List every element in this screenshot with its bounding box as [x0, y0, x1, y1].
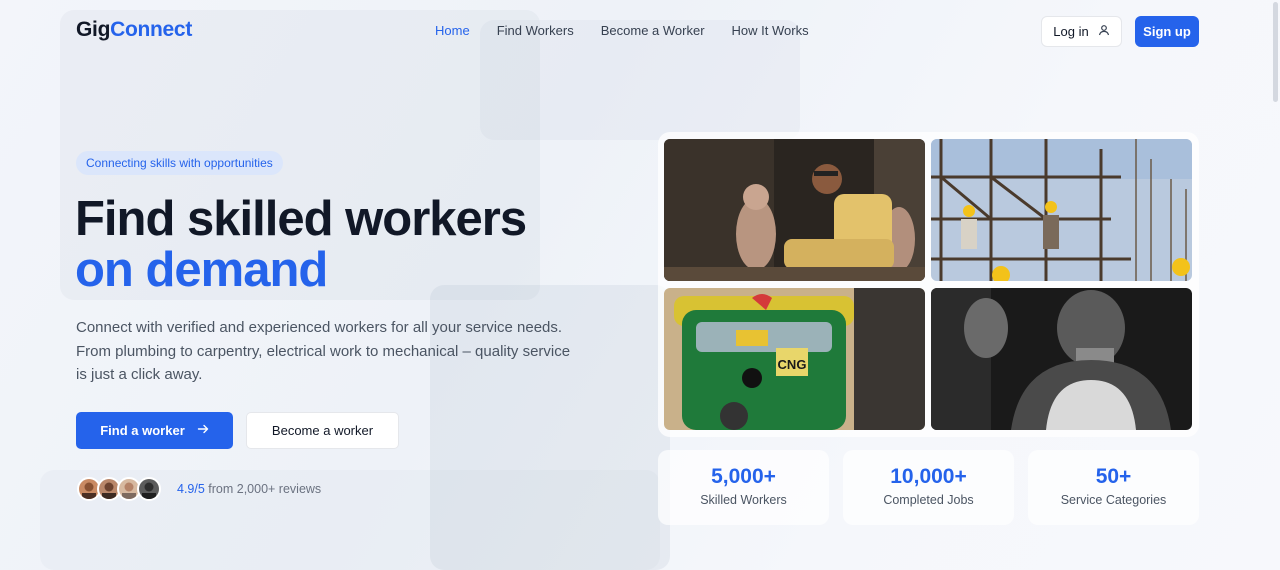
- become-worker-button[interactable]: Become a worker: [246, 412, 399, 449]
- find-worker-label: Find a worker: [100, 423, 185, 438]
- artisan-sculpting-photo: [664, 139, 925, 281]
- brand-logo-part1: Gig: [76, 18, 111, 41]
- stat-completed-jobs: 10,000+ Completed Jobs: [843, 450, 1014, 525]
- login-label: Log in: [1053, 24, 1089, 39]
- brand-logo[interactable]: GigConnect: [76, 18, 192, 42]
- brand-logo-part2: Connect: [110, 18, 193, 41]
- arrow-right-icon: [197, 423, 209, 438]
- nav-link-home[interactable]: Home: [435, 23, 470, 38]
- stat-label: Service Categories: [1060, 493, 1167, 507]
- avatar: [137, 477, 161, 501]
- main-nav: Home Find Workers Become a Worker How It…: [435, 23, 809, 38]
- construction-scaffolding-photo: [931, 139, 1192, 281]
- stat-value: 50+: [1095, 465, 1132, 488]
- site-header: GigConnect Home Find Workers Become a Wo…: [0, 0, 1280, 62]
- stat-value: 5,000+: [711, 465, 776, 488]
- auto-rickshaw-driver-photo: CNG: [664, 288, 925, 430]
- hero-title: Find skilled workers on demand: [75, 192, 527, 297]
- nav-link-how-it-works[interactable]: How It Works: [732, 23, 809, 38]
- signup-button[interactable]: Sign up: [1135, 16, 1199, 47]
- user-icon: [1098, 24, 1110, 39]
- nav-link-become-worker[interactable]: Become a Worker: [601, 23, 705, 38]
- hero-description: Connect with verified and experienced wo…: [76, 319, 571, 383]
- svg-text:CNG: CNG: [778, 357, 807, 372]
- hero-title-line1: Find skilled workers: [75, 192, 527, 246]
- reviews-text: from 2,000+ reviews: [204, 482, 322, 496]
- hero-badge: Connecting skills with opportunities: [76, 151, 283, 175]
- worker-photo-gallery: CNG: [658, 132, 1199, 437]
- login-button[interactable]: Log in: [1041, 16, 1122, 47]
- stat-value: 10,000+: [890, 465, 967, 488]
- stat-skilled-workers: 5,000+ Skilled Workers: [658, 450, 829, 525]
- laborer-portrait-photo: [931, 288, 1192, 430]
- rating-value: 4.9/5: [177, 482, 205, 496]
- nav-link-find-workers[interactable]: Find Workers: [497, 23, 574, 38]
- hero-title-line2: on demand: [75, 243, 328, 297]
- stat-label: Skilled Workers: [700, 493, 787, 507]
- reviews-summary: 4.9/5 from 2,000+ reviews: [177, 482, 321, 496]
- find-worker-button[interactable]: Find a worker: [76, 412, 233, 449]
- reviewer-avatars: [77, 477, 161, 501]
- stat-service-categories: 50+ Service Categories: [1028, 450, 1199, 525]
- stat-label: Completed Jobs: [883, 493, 974, 507]
